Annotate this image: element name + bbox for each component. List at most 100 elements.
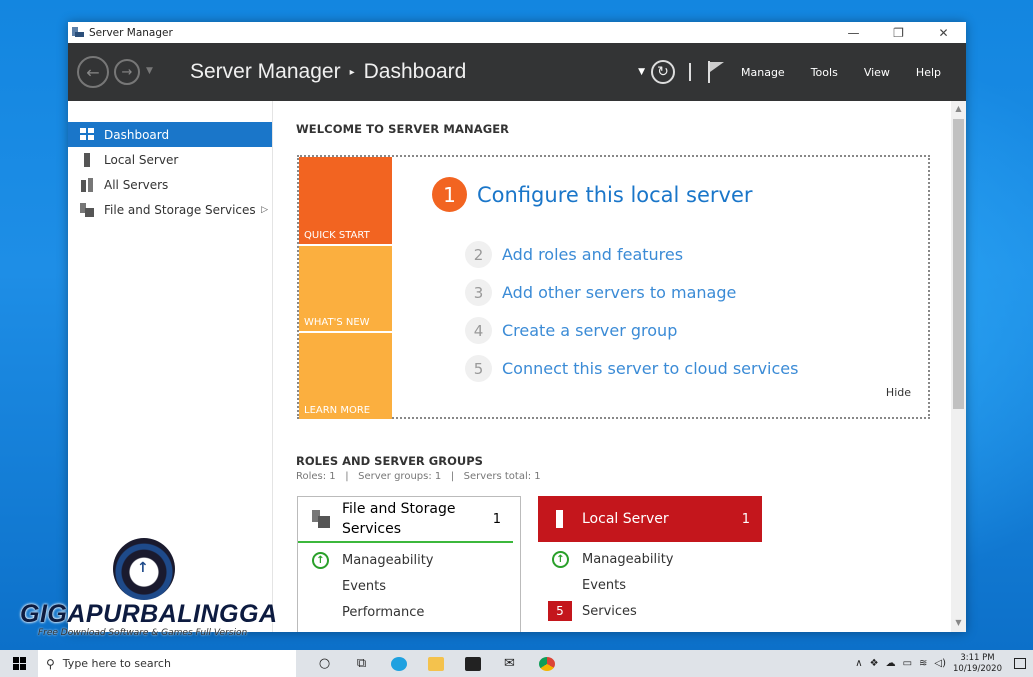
step-connect-cloud[interactable]: 5 Connect this server to cloud services — [465, 355, 798, 382]
step-number: 5 — [465, 355, 492, 382]
task-view-icon[interactable]: ⧉ — [343, 650, 380, 677]
taskbar-search[interactable]: ⚲ Type here to search — [38, 650, 296, 677]
search-placeholder: Type here to search — [62, 657, 171, 670]
breadcrumb-separator-icon: ▸ — [349, 66, 355, 78]
menu-tools[interactable]: Tools — [811, 66, 838, 79]
expand-arrow-icon[interactable]: ▷ — [261, 205, 268, 215]
card-row-manageability[interactable]: ↑ Manageability — [538, 546, 762, 572]
system-tray: ∧ ❖ ☁ ▭ ≋ ◁) 3:11 PM 10/19/2020 — [855, 653, 1033, 675]
sidebar-item-local-server[interactable]: Local Server — [68, 147, 272, 172]
sidebar-item-file-storage[interactable]: File and Storage Services ▷ — [68, 197, 272, 222]
step-create-group[interactable]: 4 Create a server group — [465, 317, 677, 344]
file-storage-icon — [80, 202, 96, 217]
tab-quick-start[interactable]: QUICK START — [299, 157, 392, 244]
menu-manage[interactable]: Manage — [741, 66, 785, 79]
forward-button[interactable]: → — [114, 59, 140, 85]
server-icon — [80, 152, 96, 167]
tab-learn-more[interactable]: LEARN MORE — [299, 333, 392, 419]
role-card-local-server[interactable]: Local Server 1 ↑ Manageability Events 5 … — [538, 496, 762, 632]
scroll-thumb[interactable] — [953, 119, 964, 409]
card-header[interactable]: File and Storage Services 1 — [298, 497, 513, 543]
refresh-icon: ↻ — [651, 60, 675, 84]
volume-icon[interactable]: ◁) — [934, 658, 946, 669]
step-configure-local-server[interactable]: 1 Configure this local server — [432, 177, 753, 212]
refresh-button[interactable]: ▼ ↻ — [638, 60, 675, 84]
card-header[interactable]: Local Server 1 — [538, 496, 762, 542]
clock-date: 10/19/2020 — [953, 663, 1002, 674]
edge-icon[interactable] — [380, 650, 417, 677]
roles-summary: Roles: 1 | Server groups: 1 | Servers to… — [296, 471, 541, 482]
role-card-file-storage[interactable]: File and Storage Services 1 ↑ Manageabil… — [297, 496, 521, 632]
history-dropdown-icon[interactable]: ▼ — [146, 66, 153, 76]
step-number: 3 — [465, 279, 492, 306]
main-content: WELCOME TO SERVER MANAGER QUICK START WH… — [274, 101, 951, 632]
card-count: 1 — [492, 511, 501, 527]
search-icon: ⚲ — [46, 656, 55, 671]
step-link[interactable]: Add other servers to manage — [502, 283, 736, 302]
card-title: File and Storage Services — [342, 501, 456, 537]
breadcrumb: Server Manager ▸ Dashboard — [190, 60, 466, 84]
title-bar: Server Manager — ❐ ✕ — [68, 22, 966, 43]
file-storage-icon — [312, 510, 330, 528]
step-number: 1 — [432, 177, 467, 212]
scroll-up-icon[interactable]: ▲ — [951, 104, 966, 118]
hide-link[interactable]: Hide — [886, 386, 911, 399]
card-row-events[interactable]: Events — [298, 573, 520, 599]
tray-expand-icon[interactable]: ∧ — [855, 658, 862, 669]
step-link[interactable]: Connect this server to cloud services — [502, 359, 798, 378]
mail-icon[interactable]: ✉ — [491, 650, 528, 677]
minimize-button[interactable]: — — [831, 26, 876, 40]
back-button[interactable]: ← — [77, 56, 109, 88]
file-explorer-icon[interactable] — [417, 650, 454, 677]
row-label: Manageability — [342, 552, 434, 568]
sidebar-item-label: Dashboard — [104, 127, 170, 142]
cortana-icon[interactable]: ○ — [306, 650, 343, 677]
quick-start-panel: QUICK START WHAT'S NEW LEARN MORE 1 Conf… — [297, 155, 930, 419]
menu-view[interactable]: View — [864, 66, 890, 79]
step-link[interactable]: Add roles and features — [502, 245, 683, 264]
taskbar: ⚲ Type here to search ○ ⧉ ✉ ∧ ❖ ☁ ▭ ≋ ◁)… — [0, 650, 1033, 677]
breadcrumb-page: Dashboard — [363, 60, 467, 83]
app-header: ← → ▼ Server Manager ▸ Dashboard ▼ ↻ Man… — [68, 43, 966, 101]
clock-time: 3:11 PM — [960, 652, 995, 663]
pinned-apps: ○ ⧉ ✉ — [306, 650, 565, 677]
restore-button[interactable]: ❐ — [876, 26, 921, 40]
watermark-brand: GIGAPURBALINGGA — [20, 600, 278, 628]
row-label: Events — [342, 578, 387, 594]
sidebar-item-label: Local Server — [104, 152, 179, 167]
chevron-down-icon: ▼ — [638, 67, 645, 77]
chrome-icon[interactable] — [528, 650, 565, 677]
breadcrumb-root[interactable]: Server Manager — [190, 60, 341, 84]
sidebar-item-dashboard[interactable]: Dashboard — [68, 122, 272, 147]
close-button[interactable]: ✕ — [921, 26, 966, 40]
battery-icon[interactable]: ▭ — [903, 658, 912, 669]
scroll-down-icon[interactable]: ▼ — [951, 618, 966, 632]
start-button[interactable] — [0, 650, 38, 677]
notifications-flag-icon[interactable] — [707, 61, 725, 83]
store-icon[interactable] — [454, 650, 491, 677]
wifi-icon[interactable]: ≋ — [919, 658, 927, 669]
clock[interactable]: 3:11 PM 10/19/2020 — [953, 653, 1002, 675]
card-row-services[interactable]: 5 Services — [538, 598, 762, 624]
card-row-manageability[interactable]: ↑ Manageability — [298, 547, 520, 573]
dropbox-icon[interactable]: ❖ — [870, 658, 879, 669]
services-alert-badge: 5 — [548, 601, 572, 621]
card-row-events[interactable]: Events — [538, 572, 762, 598]
step-add-servers[interactable]: 3 Add other servers to manage — [465, 279, 736, 306]
tab-whats-new[interactable]: WHAT'S NEW — [299, 246, 392, 331]
sidebar-item-label: File and Storage Services — [104, 202, 256, 217]
window-title: Server Manager — [89, 26, 173, 39]
sidebar-item-all-servers[interactable]: All Servers — [68, 172, 272, 197]
step-link[interactable]: Create a server group — [502, 321, 677, 340]
menu-help[interactable]: Help — [916, 66, 941, 79]
card-row-performance[interactable]: Performance — [298, 599, 520, 625]
welcome-heading: WELCOME TO SERVER MANAGER — [296, 122, 510, 136]
upload-arrow-icon: ↑ — [137, 560, 149, 576]
step-link[interactable]: Configure this local server — [477, 183, 753, 207]
window-controls: — ❐ ✕ — [831, 26, 966, 40]
step-add-roles[interactable]: 2 Add roles and features — [465, 241, 683, 268]
notification-center-icon[interactable] — [1014, 658, 1026, 669]
vertical-scrollbar[interactable]: ▲ ▼ — [951, 101, 966, 632]
step-number: 4 — [465, 317, 492, 344]
cloud-icon[interactable]: ☁ — [886, 658, 896, 669]
